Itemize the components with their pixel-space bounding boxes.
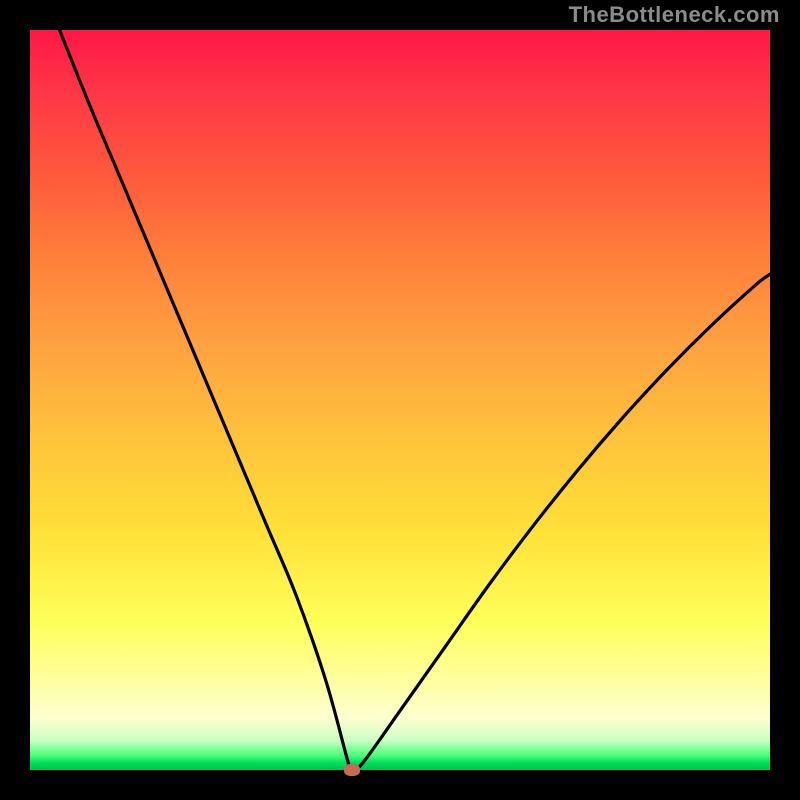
bottleneck-curve (60, 30, 770, 772)
chart-frame: TheBottleneck.com (0, 0, 800, 800)
plot-area (30, 30, 770, 770)
attribution-text: TheBottleneck.com (569, 2, 780, 28)
min-point-marker (344, 764, 360, 776)
curve-layer (30, 30, 770, 770)
